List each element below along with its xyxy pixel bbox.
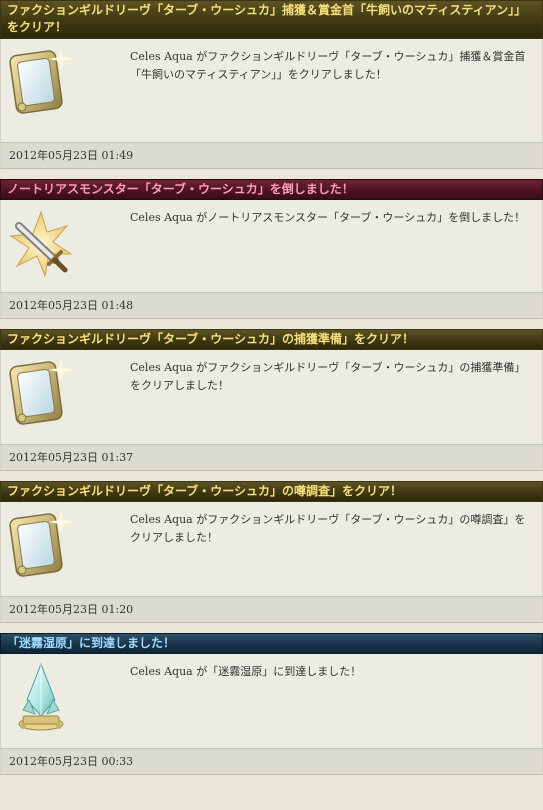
- activity-entry: ノートリアスモンスター「ターブ・ウーシュカ」を倒しました！ Celes Aqua…: [0, 179, 543, 319]
- entry-text: Celes Aqua がファクションギルドリーヴ「ターブ・ウーシュカ」の捕獲準備…: [130, 361, 526, 392]
- entry-title[interactable]: 「迷霧湿原」に到達しました！: [0, 633, 543, 654]
- entry-timestamp: 2012年05月23日 00:33: [0, 748, 543, 775]
- leve-card-icon: [5, 356, 77, 432]
- sword-burst-icon: [5, 206, 77, 282]
- activity-entry: ファクションギルドリーヴ「ターブ・ウーシュカ」捕獲＆賞金首「牛飼いのマティスティ…: [0, 0, 543, 169]
- entry-text: Celes Aqua が「迷霧湿原」に到達しました！: [130, 665, 362, 678]
- entry-text: Celes Aqua がノートリアスモンスター「ターブ・ウーシュカ」を倒しました…: [130, 211, 526, 224]
- activity-entry: ファクションギルドリーヴ「ターブ・ウーシュカ」の噂調査」をクリア！ Celes …: [0, 481, 543, 623]
- entry-title[interactable]: ファクションギルドリーヴ「ターブ・ウーシュカ」捕獲＆賞金首「牛飼いのマティスティ…: [0, 0, 543, 39]
- activity-entry: ファクションギルドリーヴ「ターブ・ウーシュカ」の捕獲準備」をクリア！ Celes…: [0, 329, 543, 471]
- entry-timestamp: 2012年05月23日 01:48: [0, 292, 543, 319]
- entry-timestamp: 2012年05月23日 01:49: [0, 142, 543, 169]
- entry-timestamp: 2012年05月23日 01:20: [0, 596, 543, 623]
- entry-text: Celes Aqua がファクションギルドリーヴ「ターブ・ウーシュカ」の噂調査」…: [130, 513, 526, 544]
- entry-timestamp: 2012年05月23日 01:37: [0, 444, 543, 471]
- entry-body: Celes Aqua がノートリアスモンスター「ターブ・ウーシュカ」を倒しました…: [0, 200, 543, 292]
- entry-text: Celes Aqua がファクションギルドリーヴ「ターブ・ウーシュカ」捕獲＆賞金…: [130, 50, 526, 81]
- entry-body: Celes Aqua がファクションギルドリーヴ「ターブ・ウーシュカ」の捕獲準備…: [0, 350, 543, 444]
- entry-body: Celes Aqua がファクションギルドリーヴ「ターブ・ウーシュカ」の噂調査」…: [0, 502, 543, 596]
- entry-title[interactable]: ファクションギルドリーヴ「ターブ・ウーシュカ」の捕獲準備」をクリア！: [0, 329, 543, 350]
- aetheryte-crystal-icon: [5, 660, 77, 736]
- entry-title[interactable]: ノートリアスモンスター「ターブ・ウーシュカ」を倒しました！: [0, 179, 543, 200]
- lodestone-activity-feed: ファクションギルドリーヴ「ターブ・ウーシュカ」捕獲＆賞金首「牛飼いのマティスティ…: [0, 0, 543, 775]
- leve-card-icon: [5, 45, 77, 121]
- activity-entry: 「迷霧湿原」に到達しました！ Celes Aqua が「迷霧湿原」に到達しました…: [0, 633, 543, 775]
- leve-card-icon: [5, 508, 77, 584]
- entry-body: Celes Aqua がファクションギルドリーヴ「ターブ・ウーシュカ」捕獲＆賞金…: [0, 39, 543, 142]
- entry-body: Celes Aqua が「迷霧湿原」に到達しました！: [0, 654, 543, 748]
- entry-title[interactable]: ファクションギルドリーヴ「ターブ・ウーシュカ」の噂調査」をクリア！: [0, 481, 543, 502]
